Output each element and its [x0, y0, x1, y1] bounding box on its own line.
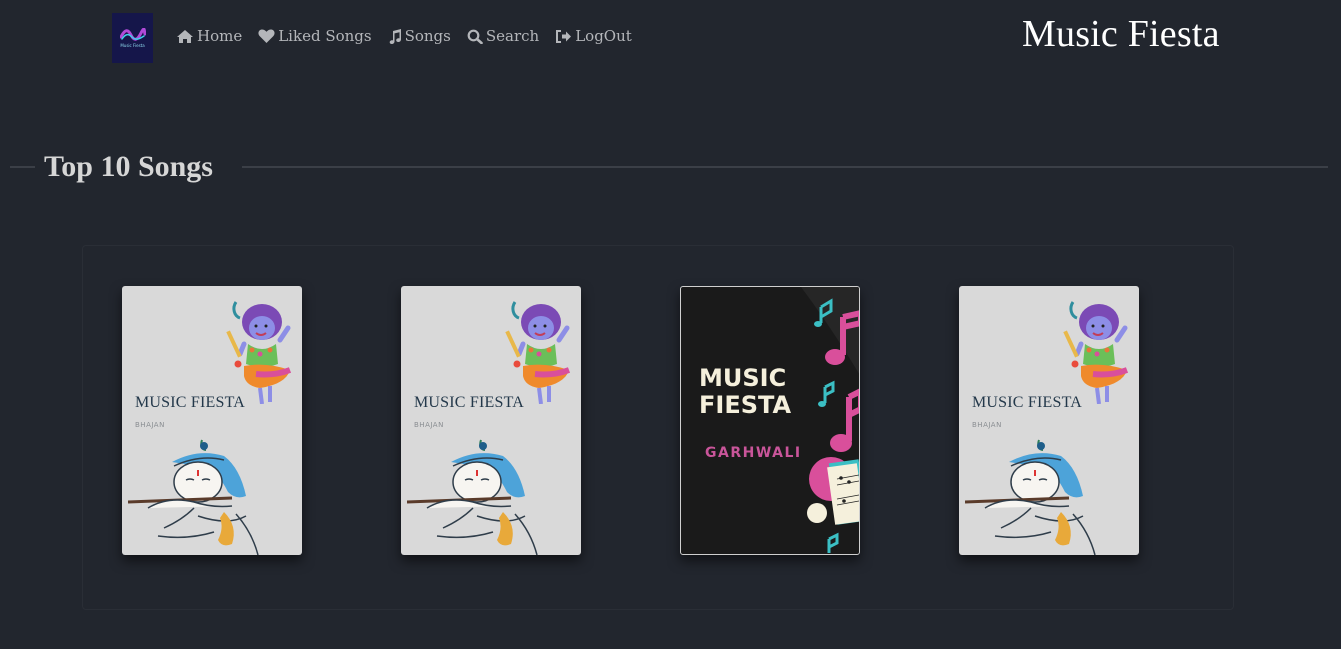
songs-panel: MUSIC FIESTA BHAJAN MUSIC FIESTA BHAJAN …: [82, 245, 1234, 610]
song-card[interactable]: MUSIC FIESTA BHAJAN: [122, 286, 302, 555]
card-title: MUSIC FIESTA: [414, 394, 525, 411]
song-card[interactable]: MUSIC FIESTA BHAJAN: [959, 286, 1139, 555]
card-title: MUSIC FIESTA: [699, 364, 792, 419]
nav-logout-label: LogOut: [575, 27, 632, 45]
nav-logout-link[interactable]: LogOut: [555, 27, 632, 45]
site-logo[interactable]: Music Fiesta: [112, 13, 153, 63]
nav-liked-label: Liked Songs: [278, 27, 372, 45]
nav-links: Home Liked Songs Songs Search LogOut: [176, 27, 648, 45]
card-title: MUSIC FIESTA: [972, 394, 1083, 411]
card-genre: BHAJAN: [135, 421, 165, 429]
divider-left: [10, 166, 35, 168]
logout-icon: [556, 29, 572, 43]
music-note-icon: [389, 28, 401, 44]
song-card[interactable]: MUSIC FIESTA GARHWALI: [680, 286, 860, 555]
section-header: Top 10 Songs: [10, 148, 1330, 188]
wave-logo-icon: [119, 28, 146, 41]
nav-search-label: Search: [485, 27, 540, 45]
nav-home-label: Home: [197, 27, 243, 45]
dancing-krishna-illustration: [226, 301, 292, 404]
heart-icon: [258, 29, 275, 43]
home-icon: [177, 29, 193, 43]
nav-songs-link[interactable]: Songs: [388, 27, 451, 45]
card-genre: BHAJAN: [414, 421, 444, 429]
brand-title: Music Fiesta: [1022, 13, 1220, 55]
card-genre: BHAJAN: [972, 421, 1002, 429]
flute-krishna-illustration: [407, 439, 538, 555]
divider-right: [242, 166, 1328, 168]
nav-home-link[interactable]: Home: [176, 27, 242, 45]
music-notes-illustration: [801, 287, 859, 553]
section-title: Top 10 Songs: [44, 150, 213, 183]
nav-liked-songs-link[interactable]: Liked Songs: [258, 27, 372, 45]
navbar: Music Fiesta Home Liked Songs Songs Sear…: [0, 0, 1341, 76]
card-title: MUSIC FIESTA: [135, 394, 246, 411]
song-card[interactable]: MUSIC FIESTA BHAJAN: [401, 286, 581, 555]
logo-text: Music Fiesta: [120, 43, 145, 48]
card-genre: GARHWALI: [705, 445, 802, 461]
flute-krishna-illustration: [965, 439, 1096, 555]
flute-krishna-illustration: [128, 439, 259, 555]
search-icon: [467, 29, 483, 44]
dancing-krishna-illustration: [1063, 301, 1129, 404]
nav-search-link[interactable]: Search: [467, 27, 539, 45]
nav-songs-label: Songs: [404, 27, 451, 45]
dancing-krishna-illustration: [505, 301, 571, 404]
